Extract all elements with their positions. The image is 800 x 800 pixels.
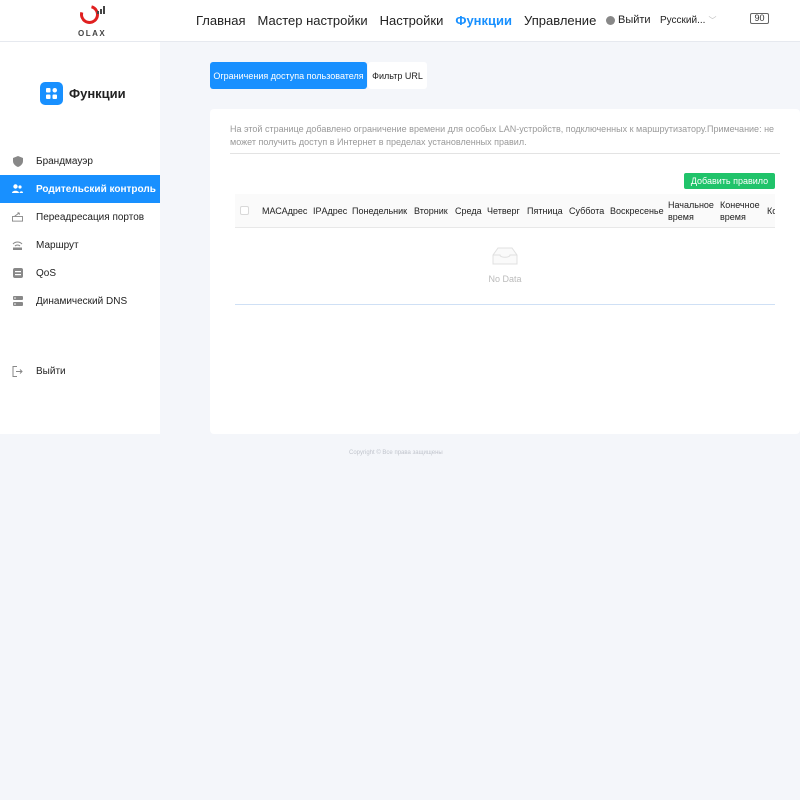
language-select[interactable]: Русский... ﹀ (660, 15, 716, 26)
logout-button[interactable]: Выйти (606, 14, 651, 26)
nav-home[interactable]: Главная (196, 13, 245, 28)
column-header: Четверг (487, 206, 520, 216)
column-header: Вторник (414, 206, 448, 216)
column-header: МАСАдрес (262, 206, 308, 216)
content-panel: На этой странице добавлено ограничение в… (210, 109, 800, 434)
column-header: Пятница (527, 206, 563, 216)
page-description: На этой странице добавлено ограничение в… (230, 123, 780, 154)
main-nav: Главная Мастер настройки Настройки Функц… (196, 13, 608, 28)
select-all-checkbox[interactable] (240, 206, 249, 215)
nav-settings[interactable]: Настройки (380, 13, 444, 28)
sidebar: Функции Брандмауэр Родительский контроль… (0, 42, 160, 434)
column-header: Среда (455, 206, 482, 216)
nav-wizard[interactable]: Мастер настройки (257, 13, 367, 28)
sidebar-title: Функции (40, 82, 126, 105)
route-icon (12, 240, 23, 251)
logout-icon (606, 15, 615, 25)
tab-url-filter[interactable]: Фильтр URL (368, 62, 427, 89)
battery-indicator: 90 (750, 13, 769, 24)
qos-icon (12, 268, 23, 279)
empty-box-icon (235, 246, 775, 271)
sidebar-item-route[interactable]: Маршрут (0, 231, 160, 259)
add-rule-button[interactable]: Добавить правило (684, 173, 775, 189)
dns-icon (12, 296, 23, 307)
copyright-text: Copyright © Все права защищены (349, 450, 443, 456)
sidebar-item-firewall[interactable]: Брандмауэр (0, 147, 160, 175)
column-header: Суббота (569, 206, 605, 216)
column-header: Воскресенье (610, 206, 664, 216)
tab-user-access-restrictions[interactable]: Ограничения доступа пользователя (210, 62, 367, 89)
column-header: Ко (767, 206, 775, 216)
nav-management[interactable]: Управление (524, 13, 596, 28)
empty-state-text: No Data (488, 274, 522, 284)
port-forward-icon (12, 212, 23, 223)
column-header: Понедельник (352, 206, 408, 216)
sidebar-item-parental-control[interactable]: Родительский контроль (0, 175, 160, 203)
sidebar-item-port-forwarding[interactable]: Переадресация портов (0, 203, 160, 231)
column-header: IPАдрес (313, 206, 348, 216)
users-icon (12, 184, 23, 195)
sidebar-logout-button[interactable]: Выйти (0, 357, 160, 385)
sidebar-item-dynamic-dns[interactable]: Динамический DNS (0, 287, 160, 315)
rules-table: МАСАдрес IPАдрес Понедельник Вторник Сре… (235, 194, 775, 305)
grid-icon (40, 82, 63, 105)
top-header: OLAX Главная Мастер настройки Настройки … (0, 0, 800, 42)
table-header: МАСАдрес IPАдрес Понедельник Вторник Сре… (235, 194, 775, 228)
shield-icon (12, 155, 23, 167)
exit-icon (12, 365, 23, 377)
column-header: Конечное время (720, 200, 760, 222)
sidebar-item-qos[interactable]: QoS (0, 259, 160, 287)
column-header: Начальное время (668, 200, 714, 222)
nav-functions[interactable]: Функции (455, 13, 512, 28)
chevron-down-icon: ﹀ (708, 16, 717, 25)
olax-logo[interactable]: OLAX (76, 1, 107, 38)
